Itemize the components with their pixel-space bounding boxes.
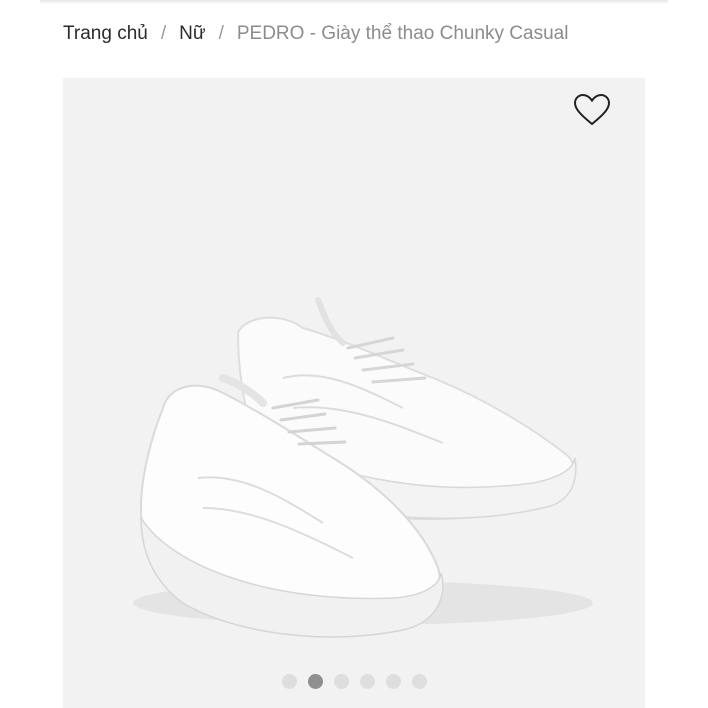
carousel-dot-6[interactable]	[411, 674, 427, 689]
breadcrumb-separator: /	[160, 23, 167, 44]
header-shadow	[40, 0, 668, 4]
carousel-dot-1[interactable]	[281, 674, 297, 689]
product-image-gallery[interactable]	[63, 78, 645, 708]
breadcrumb-home-link[interactable]: Trang chủ	[63, 23, 148, 45]
carousel-dot-4[interactable]	[359, 674, 375, 689]
heart-outline-icon	[573, 93, 611, 126]
breadcrumb-separator: /	[218, 23, 224, 44]
carousel-dot-2[interactable]	[307, 674, 323, 689]
breadcrumb-current-product: PEDRO - Giày thể thao Chunky Casual	[236, 23, 569, 44]
carousel-dot-5[interactable]	[385, 674, 401, 689]
carousel-dot-3[interactable]	[333, 674, 349, 689]
carousel-pagination	[63, 674, 645, 689]
breadcrumb: Trang chủ / Nữ / PEDRO - Giày thể thao C…	[63, 20, 568, 48]
product-image	[133, 297, 593, 638]
wishlist-button[interactable]	[571, 90, 613, 130]
breadcrumb-women-link[interactable]: Nữ	[179, 23, 205, 45]
